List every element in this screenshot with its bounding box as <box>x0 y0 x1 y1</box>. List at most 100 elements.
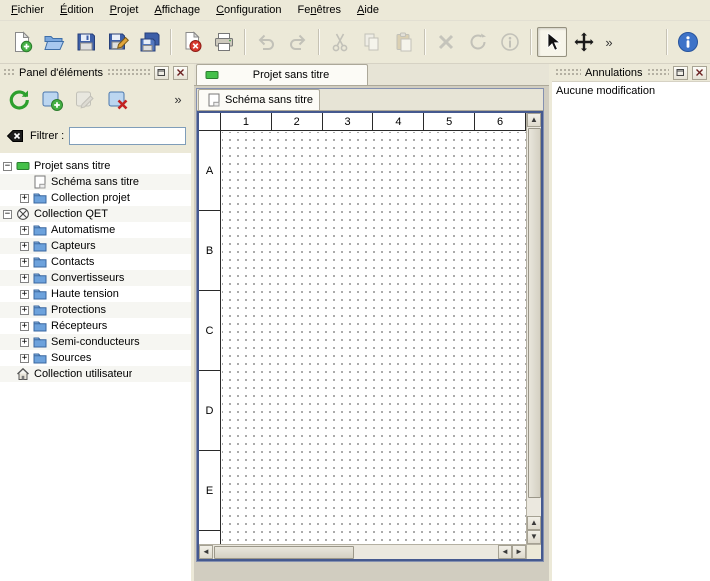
tree-expander[interactable]: + <box>20 258 29 267</box>
open-project-button[interactable] <box>39 27 69 57</box>
scroll-down-button[interactable]: ▼ <box>527 530 541 544</box>
close-undo-panel-button[interactable] <box>692 66 707 80</box>
undo-panel-titlebar[interactable]: Annulations <box>552 64 710 81</box>
tree-item-collection-qet[interactable]: −Collection QET <box>0 206 191 222</box>
vertical-scroll-track[interactable] <box>527 499 541 516</box>
menu-fenetres[interactable]: Fenêtres <box>290 1 349 19</box>
tree-expander[interactable]: + <box>20 306 29 315</box>
tree-expander[interactable]: − <box>3 210 12 219</box>
menu-projet[interactable]: Projet <box>102 1 147 19</box>
save-all-button[interactable] <box>135 27 165 57</box>
select-mode-button[interactable] <box>537 27 567 57</box>
open-folder-icon <box>43 31 65 53</box>
elements-panel-titlebar[interactable]: Panel d'éléments <box>0 64 191 81</box>
clear-filter-button[interactable] <box>5 126 25 146</box>
tree-item-collection-utilisateur[interactable]: Collection utilisateur <box>0 366 191 382</box>
delete-element-button[interactable] <box>104 86 132 114</box>
tree-item-contacts[interactable]: +Contacts <box>0 254 191 270</box>
print-button[interactable] <box>209 27 239 57</box>
scrollbar-corner <box>526 544 541 559</box>
tree-expander[interactable]: + <box>20 226 29 235</box>
tree-item-sources[interactable]: +Sources <box>0 350 191 366</box>
tree-item-haute-tension[interactable]: +Haute tension <box>0 286 191 302</box>
tab-projet-sans-titre[interactable]: Projet sans titre <box>196 64 368 85</box>
new-project-button[interactable] <box>7 27 37 57</box>
menu-affichage[interactable]: Affichage <box>146 1 208 19</box>
tree-item-convertisseurs[interactable]: + Convertisseurs <box>0 270 191 286</box>
redo-button[interactable] <box>283 27 313 57</box>
scroll-right-button[interactable]: ► <box>512 545 526 559</box>
close-file-button[interactable] <box>177 27 207 57</box>
undo-button[interactable] <box>251 27 281 57</box>
menu-edition[interactable]: Édition <box>52 1 102 19</box>
ruler-rows: ABCDE <box>199 131 221 544</box>
tree-expander[interactable]: + <box>20 274 29 283</box>
toolbar-separator <box>318 29 320 55</box>
copy-button[interactable] <box>357 27 387 57</box>
float-undo-panel-button[interactable] <box>673 66 688 80</box>
save-button[interactable] <box>71 27 101 57</box>
vertical-scroll-thumb[interactable] <box>528 128 541 498</box>
scroll-mode-button[interactable] <box>569 27 599 57</box>
ruler-column-5: 5 <box>424 113 475 130</box>
tree-item-collection-projet[interactable]: +Collection projet <box>0 190 191 206</box>
qelectrotech-window: FichierÉditionProjetAffichageConfigurati… <box>0 0 710 581</box>
ruler-row-c: C <box>199 291 220 371</box>
rotate-button[interactable] <box>463 27 493 57</box>
tab-schema-sans-titre[interactable]: Schéma sans titre <box>198 89 320 110</box>
float-window-icon <box>676 68 685 77</box>
cut-button[interactable] <box>325 27 355 57</box>
home-icon <box>16 367 30 381</box>
tree-expander[interactable]: + <box>20 354 29 363</box>
delete-button[interactable] <box>431 27 461 57</box>
tree-item-protections[interactable]: +Protections <box>0 302 191 318</box>
cursor-arrow-icon <box>541 31 563 53</box>
element-tree: −Projet sans titreSchéma sans titre+Coll… <box>0 153 191 581</box>
tree-item-projet-sans-titre[interactable]: −Projet sans titre <box>0 158 191 174</box>
tree-item-capteurs[interactable]: +Capteurs <box>0 238 191 254</box>
tree-expander[interactable]: + <box>20 338 29 347</box>
scroll-left-button-start[interactable]: ◄ <box>199 545 213 559</box>
properties-button[interactable] <box>495 27 525 57</box>
tree-item-semi-conducteurs[interactable]: +Semi-conducteurs <box>0 334 191 350</box>
save-as-button[interactable] <box>103 27 133 57</box>
menu-aide[interactable]: Aide <box>349 1 387 19</box>
panel-extension-button[interactable]: » <box>170 86 186 114</box>
toolbar-extension-button[interactable]: » <box>601 27 617 57</box>
tree-expander[interactable]: − <box>3 162 12 171</box>
tree-item-label: Récepteurs <box>51 320 107 332</box>
scroll-up-button-bottom[interactable]: ▲ <box>527 516 541 530</box>
tree-item-schema-sans-titre[interactable]: Schéma sans titre <box>0 174 191 190</box>
horizontal-scroll-thumb[interactable] <box>214 546 354 559</box>
scroll-left-button-end[interactable]: ◄ <box>498 545 512 559</box>
scroll-up-button-top[interactable]: ▲ <box>527 113 541 127</box>
tree-item-automatisme[interactable]: +Automatisme <box>0 222 191 238</box>
edit-element-button[interactable] <box>71 86 99 114</box>
vertical-scrollbar[interactable]: ▲ ▲ ▼ <box>526 113 541 544</box>
schema-canvas[interactable] <box>222 132 526 544</box>
ruler-row-a: A <box>199 131 220 211</box>
menu-configuration[interactable]: Configuration <box>208 1 289 19</box>
paste-button[interactable] <box>389 27 419 57</box>
filter-input[interactable] <box>69 127 186 145</box>
ruler-column-4: 4 <box>373 113 424 130</box>
new-element-button[interactable] <box>38 86 66 114</box>
close-elements-panel-button[interactable] <box>173 66 188 80</box>
dock-grip <box>555 68 581 77</box>
horizontal-scrollbar[interactable]: ◄ ◄ ► <box>199 544 526 559</box>
tree-item-label: Convertisseurs <box>51 272 124 284</box>
float-elements-panel-button[interactable] <box>154 66 169 80</box>
ruler-columns: 123456 <box>221 113 526 130</box>
expander-spacer <box>20 178 29 187</box>
about-button[interactable] <box>673 27 703 57</box>
horizontal-scroll-track[interactable] <box>355 545 498 559</box>
tree-expander[interactable]: + <box>20 322 29 331</box>
reload-collections-button[interactable] <box>5 86 33 114</box>
project-tab-bar: Projet sans titre <box>194 64 549 86</box>
tree-expander[interactable]: + <box>20 290 29 299</box>
tree-item-recepteurs[interactable]: + Récepteurs <box>0 318 191 334</box>
tree-expander[interactable]: + <box>20 194 29 203</box>
toolbar-separator <box>530 29 532 55</box>
menu-fichier[interactable]: Fichier <box>3 1 52 19</box>
tree-expander[interactable]: + <box>20 242 29 251</box>
